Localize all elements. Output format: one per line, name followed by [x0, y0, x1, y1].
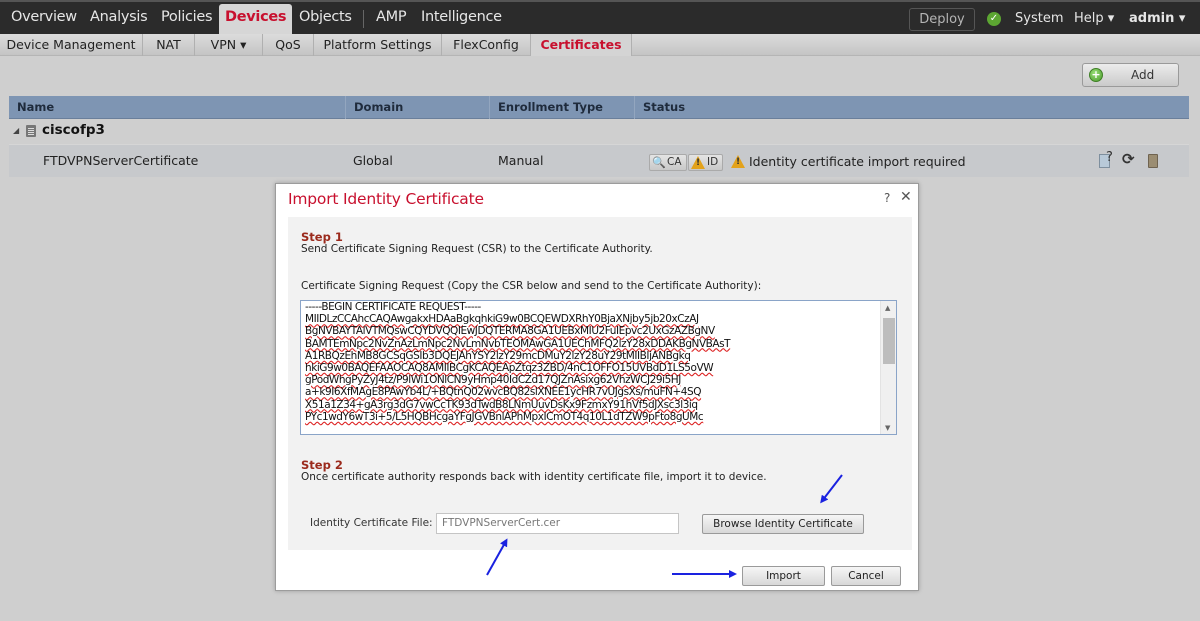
- csr-line: BAMTEmNpc2NvZnAzLmNpc2NvLmNvbTEOMAwGA1UE…: [305, 337, 731, 350]
- csr-textarea[interactable]: -----BEGIN CERTIFICATE REQUEST----- MIIDL…: [300, 300, 897, 435]
- status-message: Identity certificate import required: [749, 154, 966, 169]
- csr-line: MIIDLzCCAhcCAQAwgakxHDAaBgkqhkiG9w0BCQEW…: [305, 313, 699, 326]
- nav-overview[interactable]: Overview: [11, 9, 77, 25]
- top-navigation: Overview Analysis Policies Devices Objec…: [0, 0, 1200, 36]
- question-hook-icon: ?: [1106, 150, 1113, 165]
- device-group-row[interactable]: ◢ ciscofp3: [9, 119, 1189, 144]
- user-menu-dropdown[interactable]: admin ▾: [1129, 11, 1185, 26]
- cell-name: FTDVPNServerCertificate: [43, 153, 199, 168]
- csr-line: PYc1wdY6wT3i+5/L5HQBHcgaYFgJGVBnlAPhMpxI…: [305, 410, 704, 423]
- tab-platform-settings[interactable]: Platform Settings: [314, 34, 442, 56]
- scroll-up-arrow-icon[interactable]: ▲: [885, 304, 890, 312]
- tab-device-management[interactable]: Device Management: [0, 34, 143, 56]
- scroll-thumb[interactable]: [883, 318, 895, 364]
- step2-title: Step 2: [301, 458, 343, 472]
- identity-certificate-file-input[interactable]: FTDVPNServerCert.cer: [436, 513, 679, 534]
- close-icon[interactable]: ✕: [900, 189, 912, 205]
- column-header-status[interactable]: Status: [635, 96, 1189, 119]
- nav-devices[interactable]: Devices: [219, 4, 293, 36]
- help-icon[interactable]: ?: [884, 191, 890, 205]
- ca-badge-label: CA: [667, 156, 682, 168]
- add-certificate-button[interactable]: + Add: [1082, 63, 1179, 87]
- sub-navigation: Device Management NAT VPN ▾ QoS Platform…: [0, 34, 1200, 56]
- add-button-label: Add: [1131, 68, 1155, 82]
- column-header-name[interactable]: Name: [9, 96, 346, 119]
- magnifier-icon: 🔍: [652, 156, 666, 169]
- identity-certificate-file-label: Identity Certificate File:: [310, 517, 433, 529]
- csr-line: A1RBQzEhMB8GCSqGSIb3DQEJAhYSY2lzY29mcDMu…: [305, 349, 691, 362]
- csr-line: BgNVBAYTAlVTMQswCQYDVQQIEwJDQTERMA8GA1UE…: [305, 325, 715, 338]
- server-icon: [26, 125, 36, 137]
- table-header: Name Domain Enrollment Type Status: [9, 96, 1189, 119]
- tab-flexconfig[interactable]: FlexConfig: [442, 34, 531, 56]
- nav-policies[interactable]: Policies: [161, 9, 213, 25]
- csr-line: gPodWhgPyZyJ4tz/P9lWi1ONlCN9yHmp40IdCZd1…: [305, 374, 681, 387]
- nav-objects[interactable]: Objects: [299, 9, 352, 25]
- column-header-domain[interactable]: Domain: [346, 96, 490, 119]
- csr-content: -----BEGIN CERTIFICATE REQUEST----- MIIDL…: [305, 301, 880, 423]
- step1-text: Send Certificate Signing Request (CSR) t…: [301, 243, 653, 255]
- tab-qos[interactable]: QoS: [263, 34, 314, 56]
- cell-enrollment-type: Manual: [498, 153, 544, 168]
- deploy-button[interactable]: Deploy: [909, 8, 975, 31]
- ca-status-badge[interactable]: 🔍 CA: [649, 154, 687, 171]
- delete-icon[interactable]: [1148, 154, 1158, 168]
- nav-amp[interactable]: AMP: [376, 9, 407, 25]
- step1-title: Step 1: [301, 230, 343, 244]
- tab-nat[interactable]: NAT: [143, 34, 195, 56]
- warning-icon: [691, 156, 705, 169]
- cell-domain: Global: [353, 153, 393, 168]
- csr-label: Certificate Signing Request (Copy the CS…: [301, 280, 762, 292]
- tab-certificates[interactable]: Certificates: [531, 34, 632, 56]
- table-row[interactable]: FTDVPNServerCertificate Global Manual 🔍 …: [9, 144, 1189, 177]
- system-status-check-icon[interactable]: ✓: [987, 12, 1001, 26]
- tab-vpn-dropdown[interactable]: VPN ▾: [195, 34, 263, 56]
- warning-icon: [731, 155, 745, 168]
- csr-scrollbar[interactable]: ▲ ▼: [880, 301, 896, 434]
- csr-line: a+k9I6XfMAgE8PAwYb4L/+BQtnQ02wvcBQ82slXN…: [305, 386, 702, 399]
- nav-separator: [363, 10, 364, 28]
- csr-line: hkiG9w0BAQEFAAOCAQ8AMIIBCgKCAQEApZtqz3ZB…: [305, 362, 714, 375]
- refresh-icon[interactable]: ⟳: [1122, 150, 1135, 168]
- nav-analysis[interactable]: Analysis: [90, 9, 148, 25]
- device-name: ciscofp3: [42, 122, 105, 138]
- nav-intelligence[interactable]: Intelligence: [421, 9, 502, 25]
- nav-help-dropdown[interactable]: Help ▾: [1074, 11, 1114, 26]
- step2-text: Once certificate authority responds back…: [301, 471, 767, 483]
- scroll-down-arrow-icon[interactable]: ▼: [885, 424, 890, 432]
- csr-line: X51a1Z34+gA3rg3dG7vwCcTK93dTwdB8LNmUuvDs…: [305, 398, 698, 411]
- collapse-triangle-icon[interactable]: ◢: [13, 126, 19, 135]
- cancel-button[interactable]: Cancel: [831, 566, 901, 586]
- dialog-title: Import Identity Certificate: [288, 190, 484, 208]
- id-badge-label: ID: [707, 156, 719, 168]
- browse-identity-certificate-button[interactable]: Browse Identity Certificate: [702, 514, 864, 534]
- id-status-badge[interactable]: ID: [688, 154, 724, 171]
- dialog-body: Step 1 Send Certificate Signing Request …: [288, 217, 912, 550]
- import-button[interactable]: Import: [742, 566, 825, 586]
- certificates-table: Name Domain Enrollment Type Status ◢ cis…: [9, 96, 1189, 177]
- import-identity-certificate-dialog: Import Identity Certificate ? ✕ Step 1 S…: [275, 183, 919, 591]
- csr-line: -----BEGIN CERTIFICATE REQUEST-----: [305, 301, 481, 313]
- plus-circle-icon: +: [1089, 68, 1103, 82]
- nav-system[interactable]: System: [1015, 11, 1063, 26]
- column-header-enrollment-type[interactable]: Enrollment Type: [490, 96, 635, 119]
